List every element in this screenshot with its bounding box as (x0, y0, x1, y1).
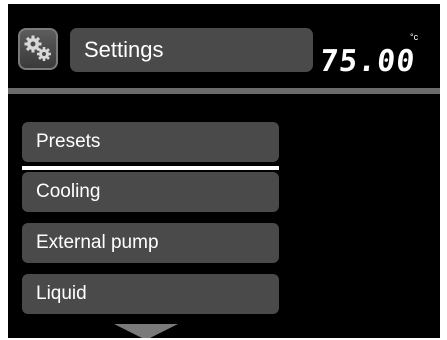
scroll-down-arrow-icon[interactable] (114, 324, 178, 338)
header-bar: Settings 75.00 °c (8, 4, 440, 86)
menu-item-presets[interactable]: Presets (22, 122, 279, 162)
device-screen: Settings 75.00 °c Presets Cooling Extern… (8, 4, 440, 338)
temperature-unit: °c (410, 32, 419, 42)
page-title: Settings (84, 37, 164, 62)
menu-item-label: Presets (36, 131, 101, 152)
menu-item-cooling[interactable]: Cooling (22, 172, 279, 212)
menu-item-liquid[interactable]: Liquid (22, 274, 279, 314)
menu-item-external-pump[interactable]: External pump (22, 223, 279, 263)
temperature-readout: 75.00 (318, 44, 418, 79)
selection-indicator (22, 166, 279, 170)
header-divider (8, 88, 440, 94)
gears-icon[interactable] (18, 28, 58, 70)
menu-item-label: Cooling (36, 181, 101, 202)
menu-item-label: Liquid (36, 283, 87, 304)
page-title-box: Settings (70, 28, 313, 72)
menu-item-label: External pump (36, 232, 159, 253)
